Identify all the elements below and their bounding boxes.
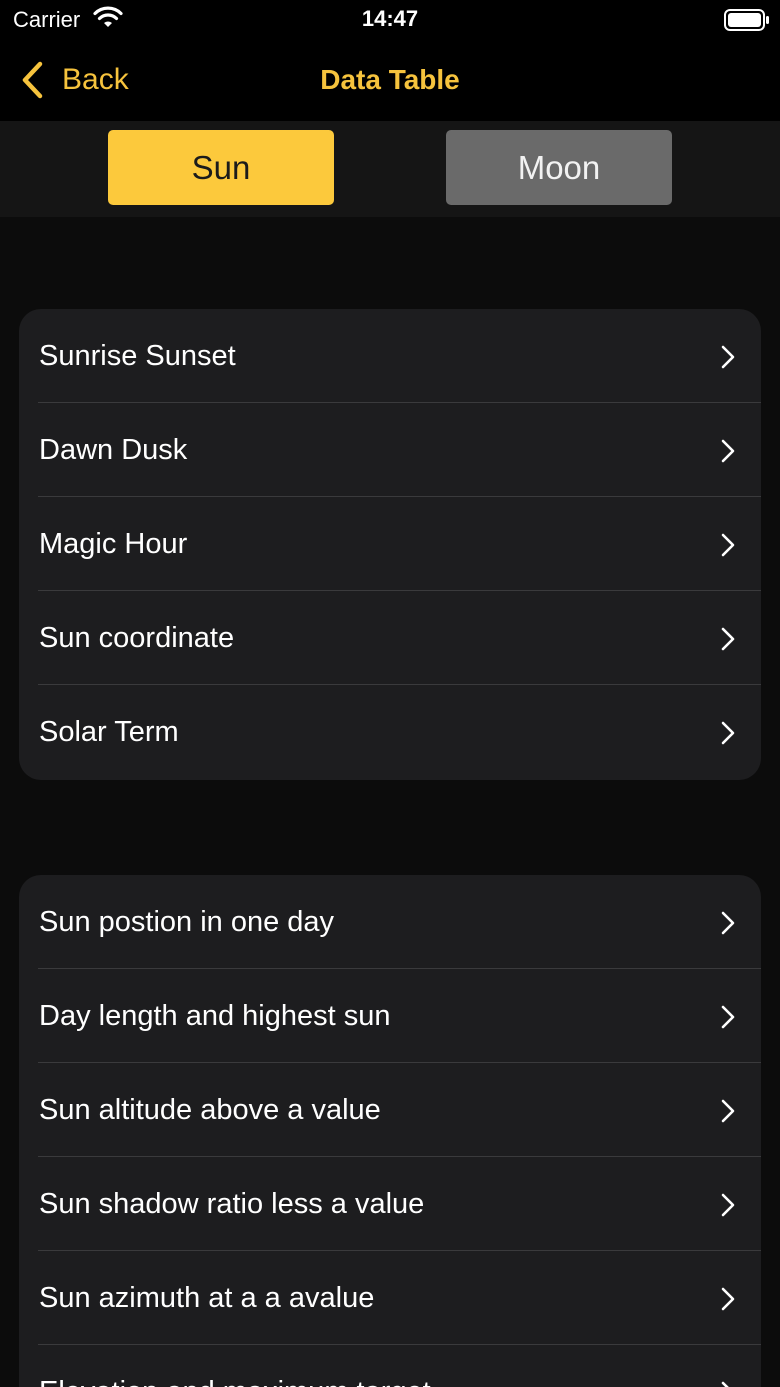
- sun-events-list: Sunrise Sunset Dawn Dusk Magic Hour Sun …: [19, 309, 761, 780]
- chevron-right-icon: [721, 1193, 735, 1217]
- sun-tab-button[interactable]: Sun: [108, 130, 334, 205]
- chevron-right-icon: [721, 1099, 735, 1123]
- chevron-right-icon: [721, 345, 735, 369]
- chevron-right-icon: [721, 1381, 729, 1387]
- chevron-right-icon: [721, 533, 735, 557]
- list-item-sun-altitude[interactable]: Sun altitude above a value: [19, 1063, 761, 1157]
- list-item-sunrise-sunset[interactable]: Sunrise Sunset: [19, 309, 761, 403]
- chevron-right-icon: [721, 911, 735, 935]
- list-item-label: Solar Term: [39, 716, 179, 748]
- segment-control: Sun Moon: [0, 121, 780, 217]
- list-item-label: Sun azimuth at a a avalue: [39, 1282, 375, 1314]
- list-item-label: Magic Hour: [39, 528, 188, 560]
- moon-tab-button[interactable]: Moon: [446, 130, 672, 205]
- sun-analysis-list: Sun postion in one day Day length and hi…: [19, 875, 761, 1387]
- navigation-bar: Back Data Table: [0, 40, 780, 121]
- list-item-solar-term[interactable]: Solar Term: [19, 685, 761, 779]
- list-item-magic-hour[interactable]: Magic Hour: [19, 497, 761, 591]
- chevron-right-icon: [721, 721, 735, 745]
- list-item-label: Dawn Dusk: [39, 434, 188, 466]
- list-item-label: Sunrise Sunset: [39, 340, 236, 372]
- status-time: 14:47: [361, 6, 419, 31]
- list-item-label: Day length and highest sun: [39, 1000, 391, 1032]
- list-item-label: Sun postion in one day: [39, 906, 335, 938]
- list-item-label: Sun shadow ratio less a value: [39, 1188, 425, 1220]
- list-item-dawn-dusk[interactable]: Dawn Dusk: [19, 403, 761, 497]
- list-item-label: Elevation and maximum target: [39, 1345, 431, 1387]
- list-item-day-length[interactable]: Day length and highest sun: [19, 969, 761, 1063]
- list-item-sun-shadow-ratio[interactable]: Sun shadow ratio less a value: [19, 1157, 761, 1251]
- chevron-right-icon: [721, 1005, 735, 1029]
- list-item-sun-position-in-one-day[interactable]: Sun postion in one day: [19, 875, 761, 969]
- status-bar: Carrier 14:47: [0, 0, 780, 40]
- page-title: Data Table: [320, 64, 460, 95]
- list-item-label: Sun coordinate: [39, 622, 235, 654]
- list-item-elevation-maximum[interactable]: Elevation and maximum target: [19, 1345, 761, 1387]
- list-item-label: Sun altitude above a value: [39, 1094, 381, 1126]
- chevron-right-icon: [721, 1287, 735, 1311]
- data-table-screen: Carrier 14:47 Back Data Table Sun Moon S…: [0, 0, 780, 1387]
- chevron-right-icon: [721, 627, 735, 651]
- list-item-sun-coordinate[interactable]: Sun coordinate: [19, 591, 761, 685]
- chevron-right-icon: [721, 439, 735, 463]
- list-item-sun-azimuth[interactable]: Sun azimuth at a a avalue: [19, 1251, 761, 1345]
- battery-icon: [724, 9, 769, 31]
